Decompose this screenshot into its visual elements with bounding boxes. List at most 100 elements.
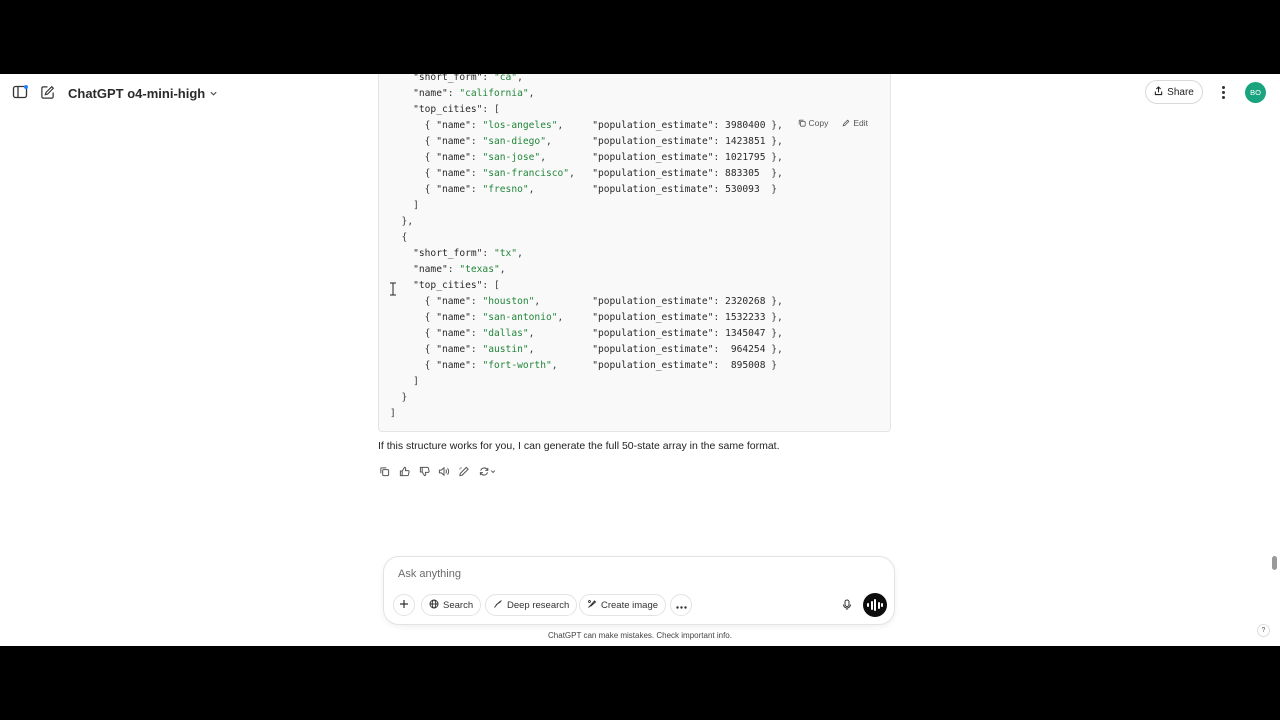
code-token: 3980400 xyxy=(725,120,766,131)
code-line: { "name": "san-antonio", "population_est… xyxy=(390,310,783,326)
code-token: "name" xyxy=(436,328,471,339)
code-token: "population_estimate" xyxy=(592,312,714,323)
edit-code-button[interactable]: Edit xyxy=(842,118,868,128)
code-token: 1345047 xyxy=(725,328,766,339)
code-token: "name" xyxy=(436,360,471,371)
voice-mode-button[interactable] xyxy=(863,593,887,617)
code-line: } xyxy=(390,390,783,406)
create-image-label: Create image xyxy=(601,599,659,611)
avatar[interactable]: BO xyxy=(1245,82,1266,103)
image-brush-icon xyxy=(587,599,597,612)
code-token: : xyxy=(470,184,483,195)
search-button[interactable]: Search xyxy=(421,594,482,616)
disclaimer: ChatGPT can make mistakes. Check importa… xyxy=(548,631,732,640)
code-token: } xyxy=(765,360,778,371)
thumbs-up-icon[interactable] xyxy=(398,464,410,478)
code-token: : xyxy=(447,264,460,275)
code-line: "name": "california", xyxy=(390,86,783,102)
code-token: "population_estimate" xyxy=(592,328,714,339)
code-token: }, xyxy=(765,136,783,147)
code-token: 895008 xyxy=(730,360,766,371)
code-token: "name" xyxy=(413,88,448,99)
code-token: , xyxy=(499,264,506,275)
attach-button[interactable] xyxy=(393,594,415,616)
code-token: : xyxy=(713,120,726,131)
code-line: "short_form": "tx", xyxy=(390,246,783,262)
code-token: : xyxy=(470,120,483,131)
code-token: "top_cities" xyxy=(413,104,483,115)
code-token: "houston" xyxy=(482,296,535,307)
share-icon xyxy=(1154,85,1163,99)
code-token: , xyxy=(557,120,593,131)
code-token: : xyxy=(482,248,494,259)
copy-icon[interactable] xyxy=(378,464,390,478)
copy-code-button[interactable]: Copy xyxy=(798,118,829,128)
deep-research-label: Deep research xyxy=(507,599,570,611)
code-token: }, xyxy=(759,168,783,179)
code-block: "short_form": "ca", "name": "california"… xyxy=(378,74,891,432)
scrollbar[interactable] xyxy=(1272,556,1277,570)
prompt-input[interactable] xyxy=(396,567,830,581)
regenerate-icon[interactable] xyxy=(478,464,498,478)
code-token: : xyxy=(470,168,483,179)
code-token: }, xyxy=(765,312,783,323)
code-token: "short_form" xyxy=(413,74,483,83)
edit-in-canvas-icon[interactable] xyxy=(458,464,470,478)
code-token: ] xyxy=(390,408,396,419)
code-token: "short_form" xyxy=(413,248,483,259)
code-token: "population_estimate" xyxy=(592,168,714,179)
code-token: "dallas" xyxy=(482,328,529,339)
plus-icon xyxy=(399,596,409,614)
globe-icon xyxy=(429,599,439,612)
microphone-icon[interactable] xyxy=(839,597,855,613)
model-selector[interactable]: ChatGPT o4-mini-high xyxy=(68,84,218,102)
code-token: : xyxy=(713,168,726,179)
text-cursor-icon xyxy=(389,282,397,296)
code-token: 530093 xyxy=(725,184,760,195)
code-token: "name" xyxy=(436,344,471,355)
code-token: : xyxy=(470,312,483,323)
more-options-icon[interactable] xyxy=(1216,83,1230,101)
code-token: , xyxy=(528,184,593,195)
copy-icon xyxy=(798,119,806,127)
code-token: "ca" xyxy=(493,74,518,83)
code-token: "name" xyxy=(436,296,471,307)
new-chat-icon[interactable] xyxy=(38,83,56,101)
telescope-icon xyxy=(493,599,503,612)
thumbs-down-icon[interactable] xyxy=(418,464,430,478)
code-token: , xyxy=(517,248,523,259)
code-token: { xyxy=(390,296,437,307)
code-line: { "name": "dallas", "population_estimate… xyxy=(390,326,783,342)
sidebar-toggle-icon[interactable] xyxy=(11,83,29,101)
code-token: "name" xyxy=(436,184,471,195)
code-token: 2320268 xyxy=(725,296,766,307)
share-button[interactable]: Share xyxy=(1145,80,1203,104)
code-token: : xyxy=(470,328,483,339)
pencil-icon xyxy=(842,119,850,127)
code-token: 883305 xyxy=(725,168,760,179)
code-token: 1021795 xyxy=(725,152,766,163)
code-token: { xyxy=(390,360,437,371)
code-token: } xyxy=(759,184,778,195)
code-line: }, xyxy=(390,214,783,230)
code-token: "austin" xyxy=(482,344,529,355)
deep-research-button[interactable]: Deep research xyxy=(485,594,578,616)
code-token: "tx" xyxy=(493,248,518,259)
ellipsis-icon xyxy=(675,596,687,614)
read-aloud-icon[interactable] xyxy=(438,464,450,478)
help-button[interactable]: ? xyxy=(1257,624,1270,637)
more-tools-button[interactable] xyxy=(670,594,692,616)
search-label: Search xyxy=(443,599,474,611)
code-token: "name" xyxy=(436,136,471,147)
code-token: "name" xyxy=(436,312,471,323)
copy-label: Copy xyxy=(808,118,829,128)
code-token: "population_estimate" xyxy=(592,184,714,195)
code-line: "name": "texas", xyxy=(390,262,783,278)
create-image-button[interactable]: Create image xyxy=(579,594,667,616)
code-line: ] xyxy=(390,198,783,214)
code-token: "san-diego" xyxy=(482,136,546,147)
code-line: { "name": "san-diego", "population_estim… xyxy=(390,134,783,150)
